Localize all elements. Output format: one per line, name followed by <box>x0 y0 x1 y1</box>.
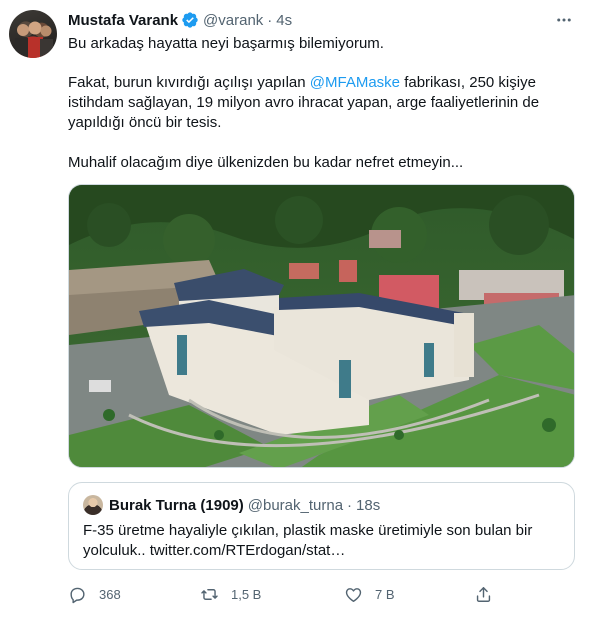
author-handle[interactable]: @varank <box>203 12 263 29</box>
tweet-time[interactable]: 4s <box>276 12 292 29</box>
share-button[interactable] <box>474 582 493 606</box>
quoted-author-avatar[interactable] <box>83 495 103 515</box>
reply-button[interactable]: 368 <box>68 582 121 606</box>
tweet-actions: 368 1,5 B 7 B <box>68 582 508 606</box>
quoted-author-handle[interactable]: @burak_turna <box>248 497 343 514</box>
tweet-text-before-mention: Fakat, burun kıvırdığı açılışı yapılan <box>68 74 310 91</box>
quoted-tweet-header: Burak Turna (1909) @burak_turna · 18s <box>109 495 380 515</box>
tweet[interactable]: Mustafa Varank @varank · 4s Bu arkadaş h… <box>0 0 592 620</box>
more-icon[interactable] <box>554 10 574 30</box>
mention-link[interactable]: @MFAMaske <box>310 74 400 91</box>
quoted-tweet-time[interactable]: 18s <box>356 497 380 514</box>
author-name[interactable]: Mustafa Varank <box>68 12 178 29</box>
tweet-photo[interactable] <box>68 184 575 468</box>
quoted-author-name[interactable]: Burak Turna (1909) <box>109 497 244 514</box>
tweet-text-paragraph-2: Fakat, burun kıvırdığı açılışı yapılan @… <box>68 73 568 133</box>
reply-icon <box>70 587 85 603</box>
retweet-icon <box>201 588 218 600</box>
retweet-button[interactable]: 1,5 B <box>200 582 261 606</box>
tweet-text-line-1: Bu arkadaş hayatta neyi başarmış bilemiy… <box>68 35 384 52</box>
share-icon <box>476 586 491 602</box>
tweet-header: Mustafa Varank @varank · 4s <box>68 10 292 30</box>
quoted-tweet-text: F-35 üretme hayaliyle çıkılan, plastik m… <box>83 522 533 559</box>
like-icon <box>345 587 362 602</box>
like-count: 7 B <box>375 586 395 602</box>
quoted-separator-dot: · <box>347 496 353 514</box>
retweet-count: 1,5 B <box>231 586 262 602</box>
reply-count: 368 <box>99 586 121 602</box>
separator-dot: · <box>267 11 273 29</box>
like-button[interactable]: 7 B <box>344 582 395 606</box>
tweet-text-line-3: Muhalif olacağım diye ülkenizden bu kada… <box>68 154 464 171</box>
author-avatar[interactable] <box>9 10 57 58</box>
verified-badge-icon <box>181 11 199 29</box>
quoted-tweet[interactable]: Burak Turna (1909) @burak_turna · 18s F-… <box>68 482 575 570</box>
